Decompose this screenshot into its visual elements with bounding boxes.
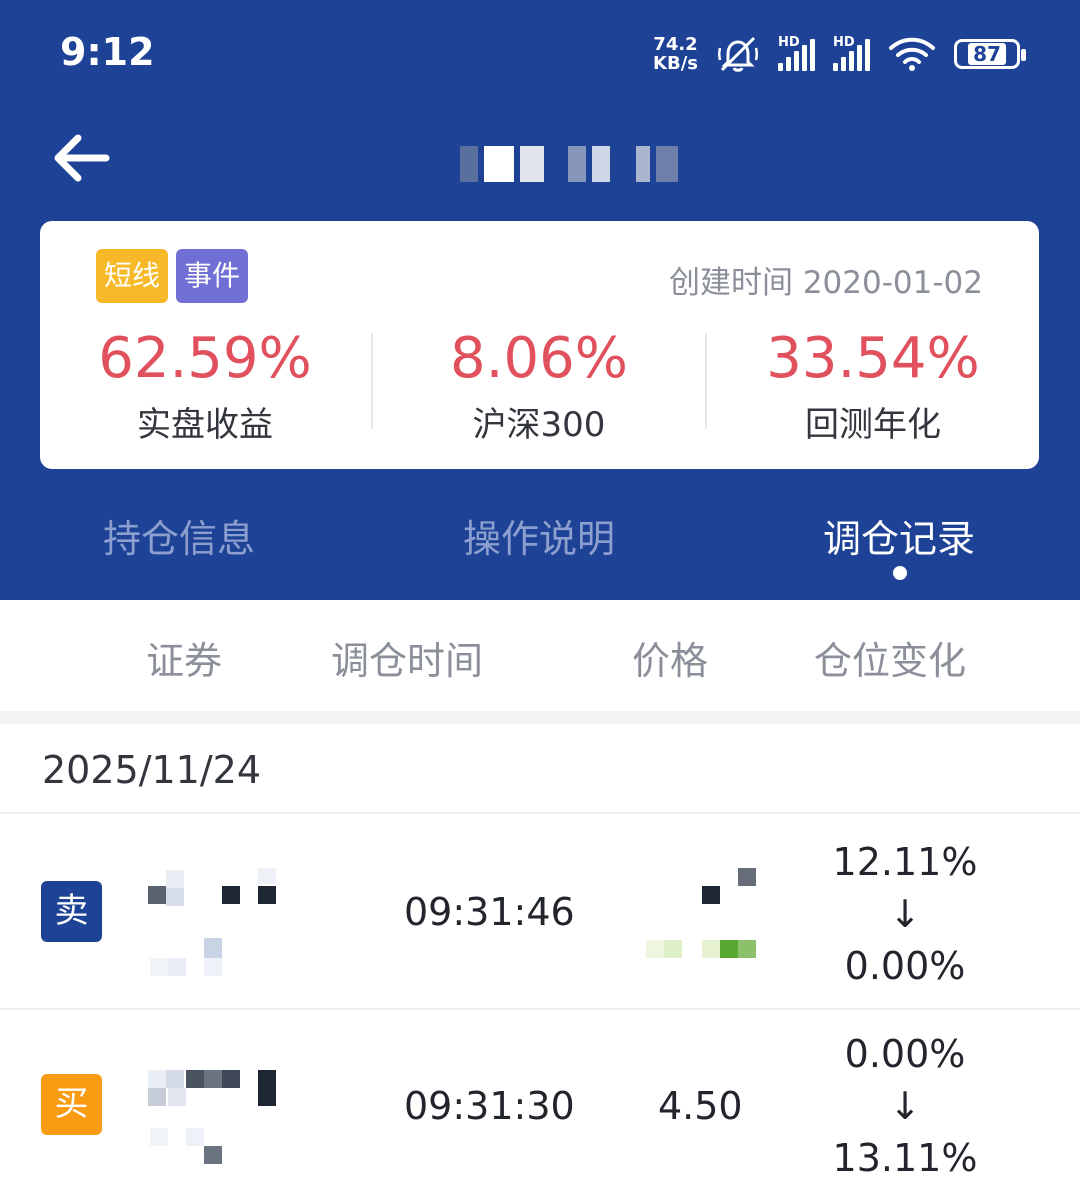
trade-time: 09:31:46 [404,890,575,934]
stat-hs300: 8.06% 沪深300 [374,325,704,446]
tag-list: 短线 事件 [96,249,249,303]
divider [705,333,707,429]
battery-level: 87 [968,43,1006,65]
trade-price: 4.50 [658,1084,743,1128]
network-speed-unit: KB/s [653,53,698,74]
sell-badge: 卖 [41,881,102,942]
position-change: 0.00% ↓ 13.11% [820,1028,990,1184]
security-name-redacted [130,856,280,981]
stat-value: 62.59% [98,326,312,391]
position-before: 0.00% [844,1032,966,1076]
trade-time: 09:31:30 [404,1084,575,1128]
signal-2-icon: HD [833,35,870,71]
divider [371,333,373,429]
tag-short-term: 短线 [96,249,169,303]
stat-value: 8.06% [450,326,628,391]
signal-1-icon: HD [778,35,815,71]
stat-label: 回测年化 [805,405,941,445]
created-value: 2020-01-02 [802,265,983,301]
arrow-down-icon: ↓ [889,1084,921,1128]
trade-price-redacted [646,866,758,962]
arrow-left-icon[interactable] [52,130,112,186]
network-speed-value: 74.2 [653,34,698,55]
date-group-header: 2025/11/24 [0,724,1080,814]
stat-label: 沪深300 [472,405,606,445]
column-security: 证券 [146,639,223,683]
column-price: 价格 [632,639,709,683]
network-speed: 74.2 KB/s [653,35,698,73]
stat-real-return: 62.59% 实盘收益 [40,325,370,446]
status-time: 9:12 [60,30,155,74]
stat-value: 33.54% [766,326,980,391]
tab-rebalance-records[interactable]: 调仓记录 [823,508,975,563]
column-rebalance-time: 调仓时间 [331,639,484,683]
record-date: 2025/11/24 [42,748,262,792]
signal-2-hd-label: HD [833,35,855,50]
position-before: 12.11% [832,840,978,884]
position-change: 12.11% ↓ 0.00% [820,836,990,992]
header: 9:12 74.2 KB/s HD HD 87 短线 事件 创建时间 2020-… [0,0,1080,600]
security-name-redacted [130,1062,280,1172]
wifi-icon [889,37,935,71]
portfolio-summary-card: 短线 事件 创建时间 2020-01-02 62.59% 实盘收益 8.06% … [40,221,1039,469]
created-date: 创建时间 2020-01-02 [669,257,983,302]
stat-label: 实盘收益 [137,405,273,445]
tab-instructions[interactable]: 操作说明 [463,508,615,563]
created-label: 创建时间 [668,265,793,301]
active-tab-indicator [893,566,907,580]
table-row[interactable]: 买 09:31:30 4.50 0.00% ↓ 13.11% [0,1010,1080,1196]
position-after: 0.00% [844,944,966,988]
tab-holdings[interactable]: 持仓信息 [103,508,255,563]
tag-event: 事件 [176,249,249,303]
section-separator [0,711,1080,724]
position-after: 13.11% [832,1136,978,1180]
arrow-down-icon: ↓ [889,892,921,936]
buy-badge: 买 [41,1074,102,1135]
page-title-redacted [460,146,678,182]
stat-backtest-annual: 33.54% 回测年化 [708,325,1038,446]
signal-1-hd-label: HD [778,35,800,50]
status-icons: 74.2 KB/s HD HD 87 [653,34,1026,74]
mute-icon [718,36,758,72]
battery-icon: 87 [954,39,1026,69]
column-position-change: 仓位变化 [814,639,967,683]
table-row[interactable]: 卖 09:31:46 12.11% ↓ 0.00% [0,816,1080,1010]
